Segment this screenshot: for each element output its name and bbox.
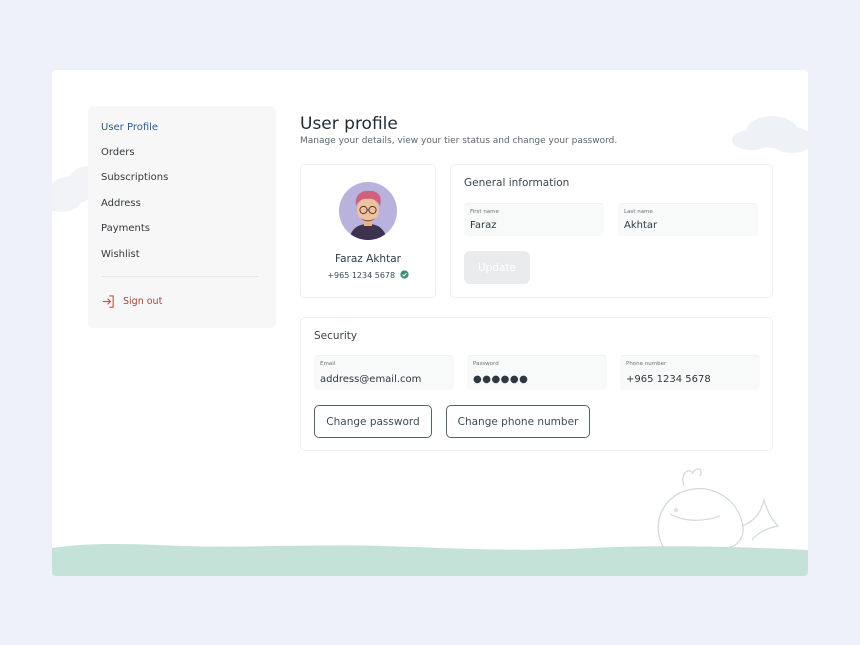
password-field: Password: [467, 355, 607, 390]
sidebar-divider: [101, 276, 259, 277]
app-window: User Profile Orders Subscriptions Addres…: [52, 70, 808, 576]
email-field: Email: [314, 355, 454, 390]
last-name-input[interactable]: [624, 220, 752, 231]
page-subtitle: Manage your details, view your tier stat…: [300, 136, 618, 146]
general-information-card: General information First name Last name…: [450, 164, 773, 298]
first-name-field: First name: [464, 203, 604, 236]
general-information-title: General information: [464, 177, 570, 189]
sidebar-item-user-profile[interactable]: User Profile: [101, 122, 158, 133]
password-input[interactable]: [473, 374, 601, 385]
first-name-label: First name: [470, 209, 499, 215]
sidebar-item-orders[interactable]: Orders: [101, 147, 135, 158]
change-phone-number-button[interactable]: Change phone number: [446, 405, 590, 438]
sidebar-item-wishlist[interactable]: Wishlist: [101, 249, 140, 260]
security-card: Security Email Password Phone number Cha…: [300, 317, 773, 451]
last-name-label: Last name: [624, 209, 653, 215]
sign-out-label: Sign out: [123, 296, 163, 307]
phone-number-label: Phone number: [626, 361, 667, 367]
cloud-right: [732, 116, 808, 153]
sidebar: User Profile Orders Subscriptions Addres…: [88, 106, 276, 328]
profile-phone: +965 1234 5678: [327, 271, 396, 280]
verified-check-icon: [400, 270, 409, 279]
water-wave: [52, 544, 808, 576]
sidebar-item-subscriptions[interactable]: Subscriptions: [101, 172, 168, 183]
last-name-field: Last name: [618, 203, 758, 236]
whale-icon: [657, 468, 780, 549]
email-label: Email: [320, 361, 336, 367]
sign-out-button[interactable]: Sign out: [101, 294, 162, 309]
sign-out-icon: [102, 295, 114, 308]
sidebar-item-address[interactable]: Address: [101, 198, 141, 209]
change-password-button[interactable]: Change password: [314, 405, 432, 438]
profile-card: Faraz Akhtar +965 1234 5678: [300, 164, 436, 298]
password-label: Password: [473, 361, 499, 367]
security-title: Security: [314, 330, 358, 342]
profile-phone-row: +965 1234 5678: [301, 270, 435, 280]
profile-name: Faraz Akhtar: [335, 253, 401, 265]
phone-number-input[interactable]: [626, 374, 754, 385]
page-title: User profile: [300, 114, 398, 134]
email-input[interactable]: [320, 374, 448, 385]
avatar: [339, 182, 397, 240]
first-name-input[interactable]: [470, 220, 598, 231]
sidebar-item-payments[interactable]: Payments: [101, 223, 150, 234]
update-button[interactable]: Update: [464, 251, 530, 284]
phone-number-field: Phone number: [620, 355, 760, 390]
